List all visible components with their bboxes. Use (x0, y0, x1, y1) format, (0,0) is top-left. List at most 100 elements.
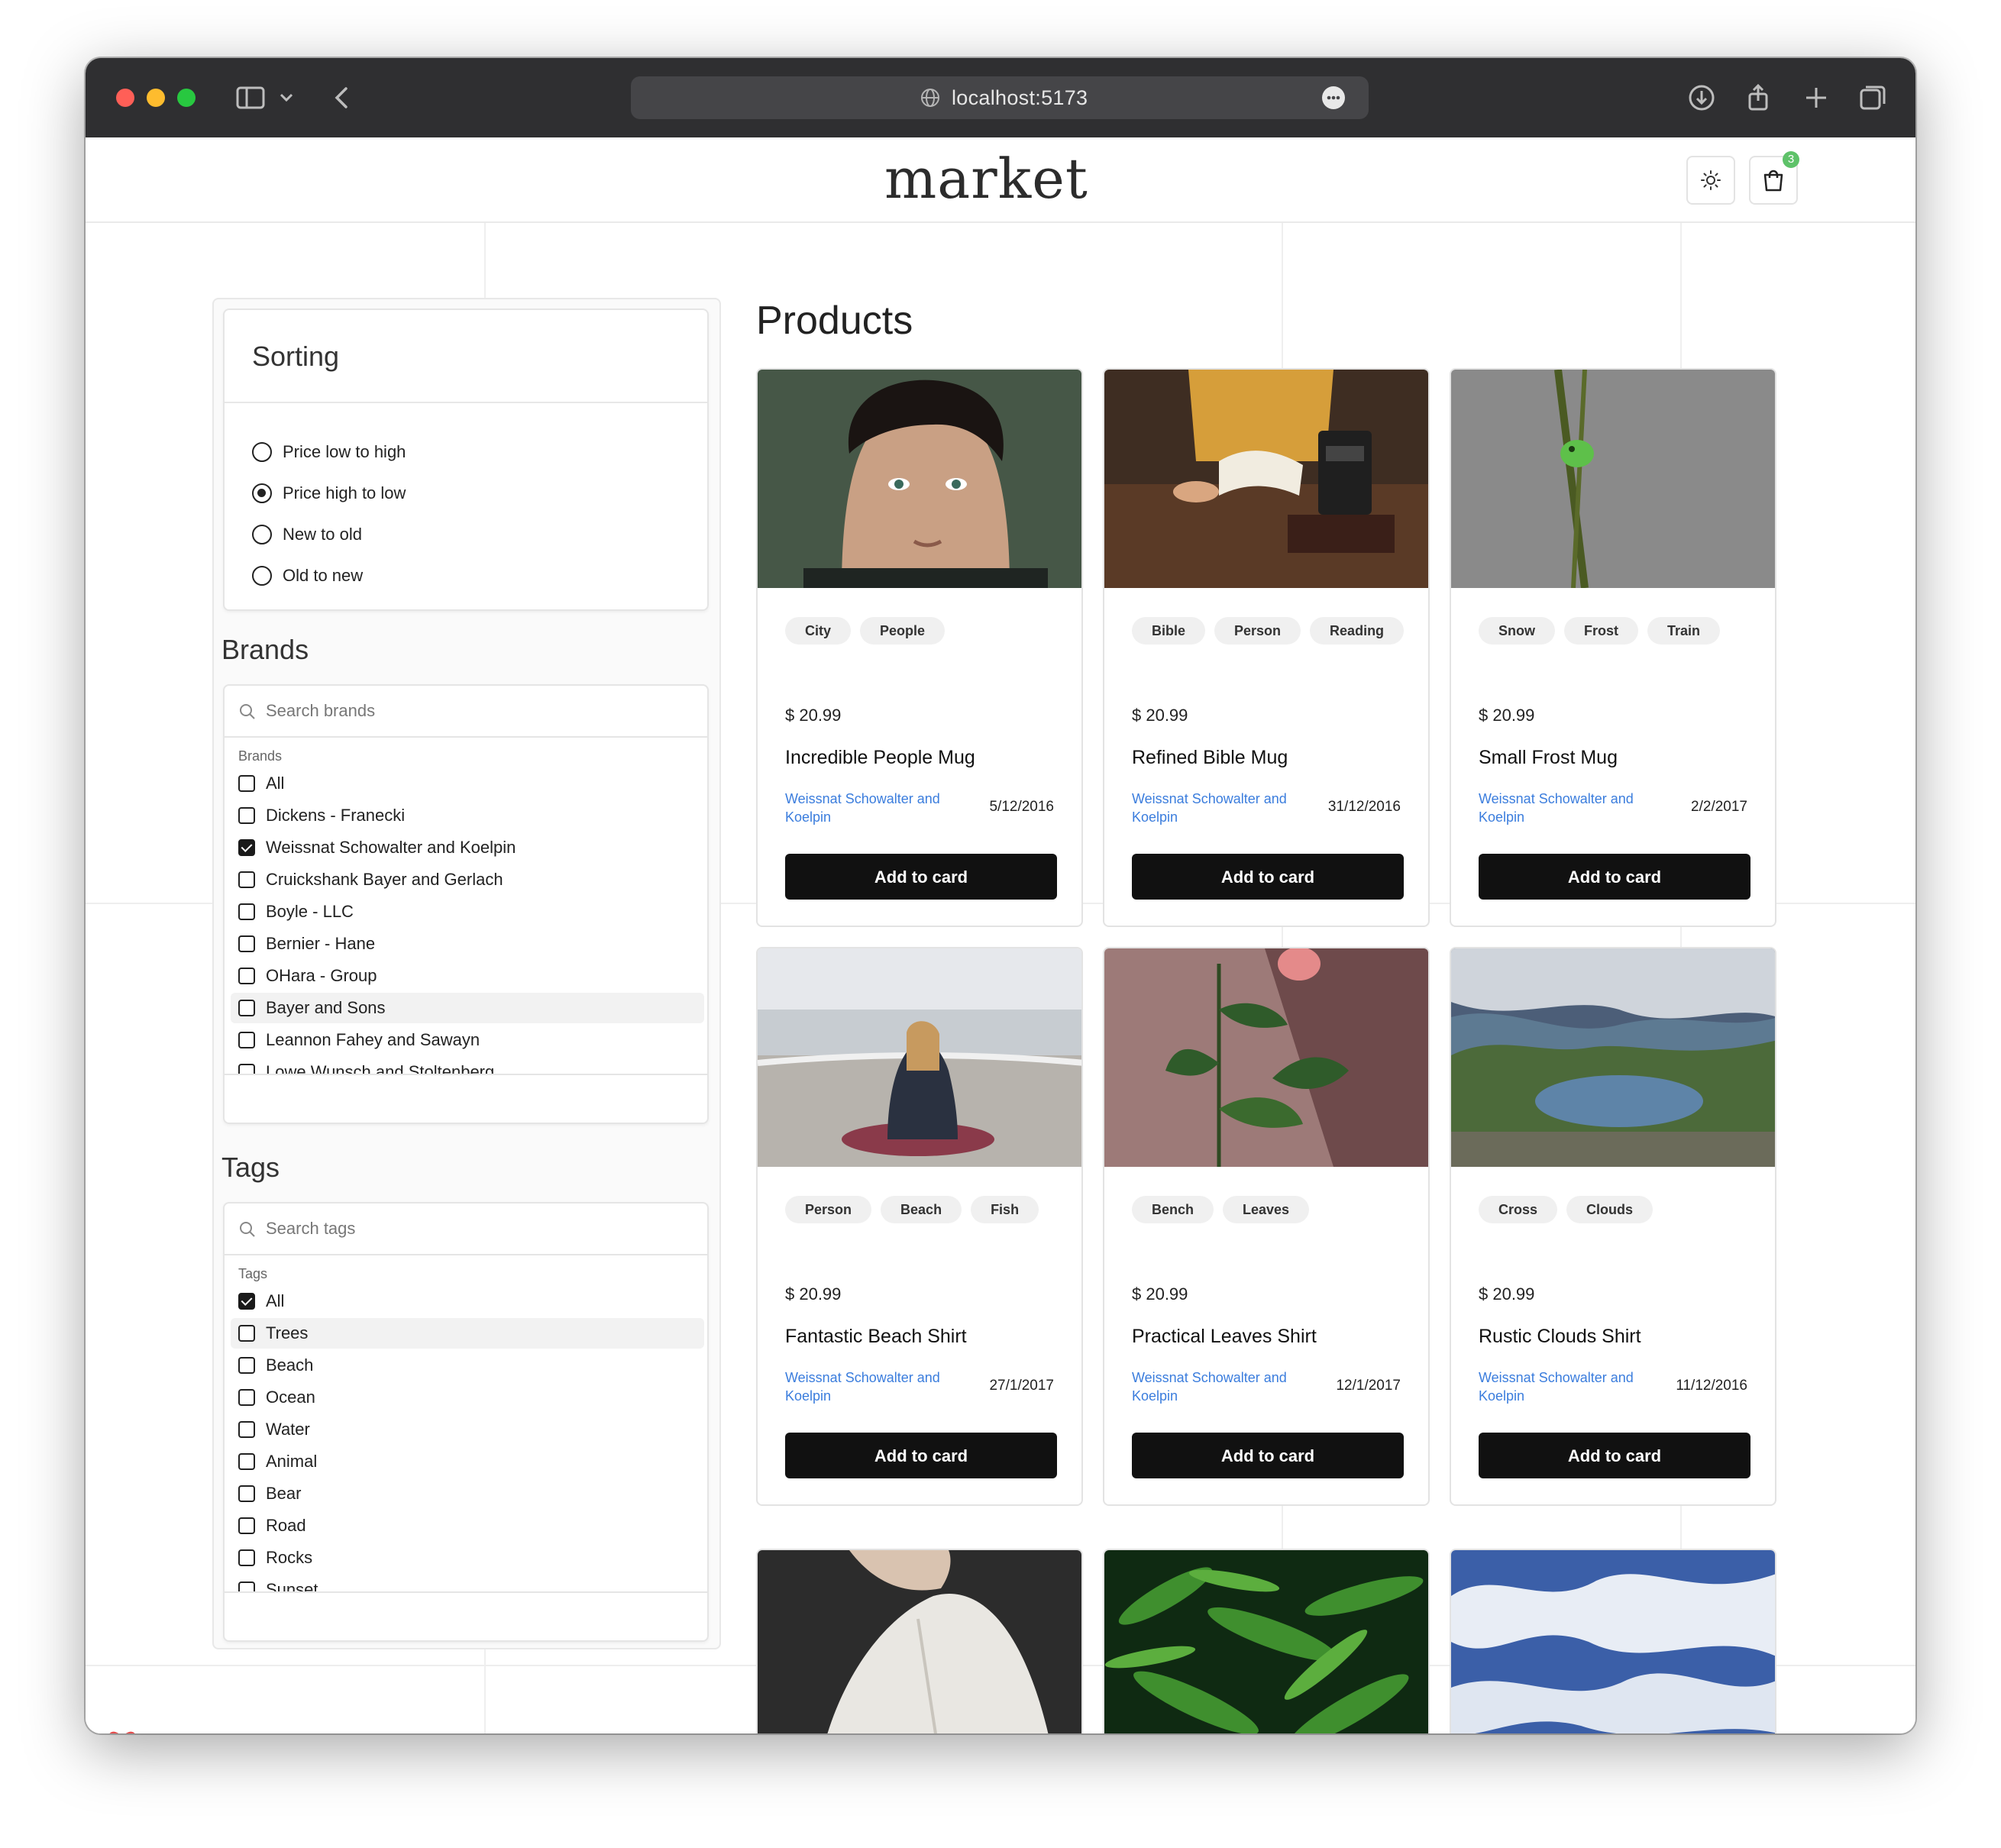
checkbox[interactable] (238, 1453, 255, 1470)
checkbox[interactable] (238, 1549, 255, 1566)
sidebar-toggle-icon[interactable] (234, 81, 267, 115)
brands-filter-item[interactable]: Dickens - Franecki (231, 800, 704, 831)
product-card[interactable]: Snow Frost Train $ 20.99 Small Frost Mug Weis… (1450, 368, 1776, 927)
product-card[interactable]: City People $ 20.99 Incredible People Mug We… (756, 368, 1083, 927)
product-card[interactable]: Cross Clouds $ 20.99 Rustic Clouds Shirt Wei… (1450, 947, 1776, 1506)
sort-option[interactable]: New to old (252, 519, 362, 550)
site-logo[interactable]: market (884, 147, 1088, 211)
checkbox[interactable] (238, 839, 255, 856)
product-brand-link[interactable]: Weissnat Schowalter and Koelpin (1132, 1368, 1323, 1405)
tag-chip[interactable]: People (860, 617, 946, 645)
product-card[interactable]: Bench Leaves $ 20.99 Practical Leaves Shirt… (1103, 947, 1430, 1506)
checkbox[interactable] (238, 1357, 255, 1374)
checkbox[interactable] (238, 935, 255, 952)
checkbox[interactable] (238, 871, 255, 888)
product-brand-link[interactable]: Weissnat Schowalter and Koelpin (785, 1368, 976, 1405)
tag-chip[interactable]: Train (1647, 617, 1721, 645)
tag-chip[interactable]: Reading (1310, 617, 1405, 645)
product-brand-link[interactable]: Weissnat Schowalter and Koelpin (1479, 790, 1670, 826)
radio-button[interactable] (252, 525, 272, 544)
new-tab-plus-icon[interactable] (1799, 81, 1833, 115)
add-to-cart-button[interactable]: Add to card (1479, 854, 1750, 900)
tag-chip[interactable]: Clouds (1566, 1196, 1653, 1223)
add-to-cart-button[interactable]: Add to card (785, 854, 1057, 900)
product-card[interactable] (756, 1549, 1083, 1733)
add-to-cart-button[interactable]: Add to card (1132, 1433, 1404, 1478)
back-arrow-icon[interactable] (325, 81, 359, 115)
product-image[interactable] (1104, 948, 1430, 1167)
share-icon[interactable] (1741, 81, 1775, 115)
product-image[interactable] (1451, 370, 1776, 588)
tags-filter-item[interactable]: Bear (231, 1478, 704, 1509)
product-brand-link[interactable]: Weissnat Schowalter and Koelpin (785, 790, 976, 826)
tags-search-input[interactable]: Search tags (225, 1203, 707, 1255)
tag-chip[interactable]: Person (785, 1196, 872, 1223)
add-to-cart-button[interactable]: Add to card (1479, 1433, 1750, 1478)
tags-filter-item[interactable]: All (231, 1286, 704, 1317)
brands-filter-item[interactable]: Bayer and Sons (231, 993, 704, 1023)
brands-filter-item[interactable]: Cruickshank Bayer and Gerlach (231, 864, 704, 895)
close-window-button[interactable] (116, 89, 134, 107)
tags-filter-item[interactable]: Beach (231, 1350, 704, 1381)
tag-chip[interactable]: Frost (1564, 617, 1638, 645)
product-card[interactable] (1103, 1549, 1430, 1733)
add-to-cart-button[interactable]: Add to card (785, 1433, 1057, 1478)
brands-filter-item[interactable]: Bernier - Hane (231, 929, 704, 959)
sort-option[interactable]: Old to new (252, 561, 363, 591)
checkbox[interactable] (238, 1032, 255, 1048)
checkbox[interactable] (238, 1389, 255, 1406)
checkbox[interactable] (238, 1421, 255, 1438)
product-image[interactable] (758, 948, 1083, 1167)
tags-filter-item[interactable]: Ocean (231, 1382, 704, 1413)
minimize-window-button[interactable] (147, 89, 165, 107)
brands-filter-item[interactable]: Weissnat Schowalter and Koelpin (231, 832, 704, 863)
tag-chip[interactable]: Bible (1132, 617, 1206, 645)
tag-chip[interactable]: Cross (1479, 1196, 1558, 1223)
tags-filter-item[interactable]: Rocks (231, 1543, 704, 1573)
zoom-window-button[interactable] (177, 89, 196, 107)
sort-option[interactable]: Price low to high (252, 437, 406, 467)
tags-filter-item[interactable]: Animal (231, 1446, 704, 1477)
brands-filter-item[interactable]: Leannon Fahey and Sawayn (231, 1025, 704, 1055)
checkbox[interactable] (238, 807, 255, 824)
tag-chip[interactable]: Fish (971, 1196, 1039, 1223)
brands-filter-item[interactable]: OHara - Group (231, 961, 704, 991)
add-to-cart-button[interactable]: Add to card (1132, 854, 1404, 900)
radio-button[interactable] (252, 566, 272, 586)
brands-search-input[interactable]: Search brands (225, 686, 707, 738)
checkbox[interactable] (238, 1517, 255, 1534)
checkbox[interactable] (238, 775, 255, 792)
address-bar[interactable]: localhost:5173 (631, 76, 1369, 119)
product-card[interactable]: Person Beach Fish $ 20.99 Fantastic Beach Sh… (756, 947, 1083, 1506)
product-card[interactable]: Bible Person Reading $ 20.99 Refined Bible M… (1103, 368, 1430, 927)
sort-option[interactable]: Price high to low (252, 478, 406, 509)
checkbox[interactable] (238, 903, 255, 920)
brands-filter-item[interactable]: Boyle - LLC (231, 897, 704, 927)
product-image[interactable] (758, 370, 1083, 588)
more-options-icon[interactable] (1321, 86, 1346, 110)
tag-chip[interactable]: Bench (1132, 1196, 1214, 1223)
tag-chip[interactable]: City (785, 617, 852, 645)
checkbox[interactable] (238, 1581, 255, 1591)
checkbox[interactable] (238, 1325, 255, 1342)
tags-filter-item[interactable]: Sunset (231, 1575, 704, 1591)
react-devtools-icon[interactable] (98, 1727, 147, 1733)
download-icon[interactable] (1685, 81, 1718, 115)
product-brand-link[interactable]: Weissnat Schowalter and Koelpin (1132, 790, 1323, 826)
product-card[interactable] (1450, 1549, 1776, 1733)
tags-filter-item[interactable]: Trees (231, 1318, 704, 1349)
product-image[interactable] (1451, 948, 1776, 1167)
checkbox[interactable] (238, 1485, 255, 1502)
chevron-down-icon[interactable] (275, 81, 298, 115)
checkbox[interactable] (238, 1293, 255, 1310)
tags-filter-item[interactable]: Water (231, 1414, 704, 1445)
checkbox[interactable] (238, 968, 255, 984)
tag-chip[interactable]: Snow (1479, 617, 1555, 645)
brands-filter-item[interactable]: All (231, 768, 704, 799)
tag-chip[interactable]: Beach (881, 1196, 962, 1223)
brands-filter-item[interactable]: Lowe Wunsch and Stoltenberg (231, 1057, 704, 1074)
theme-toggle-button[interactable] (1686, 156, 1735, 205)
tag-chip[interactable]: Person (1214, 617, 1301, 645)
checkbox[interactable] (238, 1064, 255, 1074)
checkbox[interactable] (238, 1000, 255, 1016)
